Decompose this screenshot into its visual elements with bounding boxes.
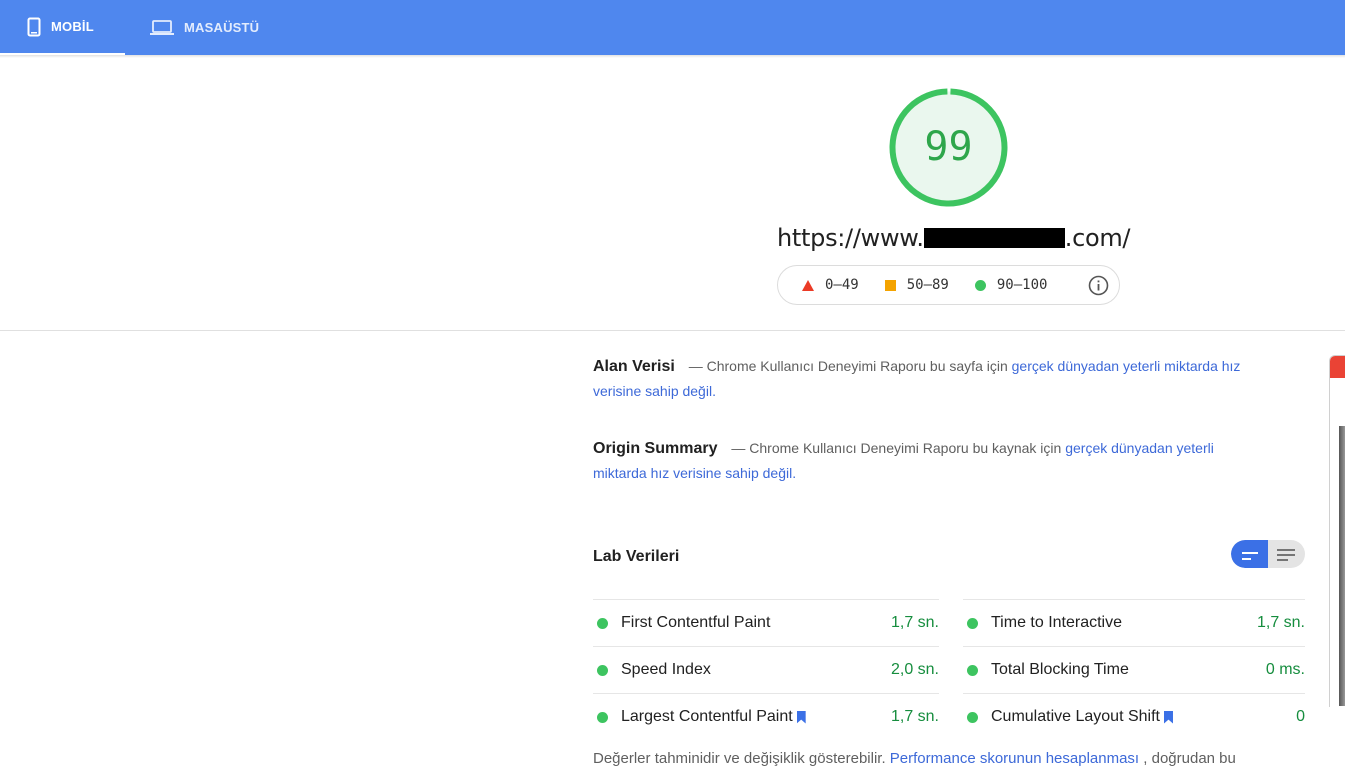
note-tail: , doğrudan bu <box>1143 750 1236 767</box>
view-toggle[interactable] <box>1231 540 1305 568</box>
metric-row: Time to Interactive 1,7 sn. <box>963 599 1305 646</box>
metric-row: Cumulative Layout Shift 0 <box>963 693 1305 740</box>
metric-name: Cumulative Layout Shift <box>991 708 1160 725</box>
thumbnail-header <box>1330 356 1345 378</box>
metric-row: Speed Index 2,0 sn. <box>593 646 939 693</box>
top-bar: MOBİL MASAÜSTÜ <box>0 0 1345 55</box>
metric-row: Largest Contentful Paint 1,7 sn. <box>593 693 939 740</box>
square-icon <box>884 279 896 291</box>
metric-row: Total Blocking Time 0 ms. <box>963 646 1305 693</box>
lab-data-title: Lab Verileri <box>593 548 680 565</box>
metrics-left-column: First Contentful Paint 1,7 sn. Speed Ind… <box>593 599 939 740</box>
bookmark-icon <box>796 710 806 724</box>
score-value: 99 <box>924 124 973 170</box>
legend-range: 0–49 <box>825 277 859 293</box>
expanded-view-icon[interactable] <box>1277 548 1295 566</box>
origin-summary-text: Chrome Kullanıcı Deneyimi Raporu bu kayn… <box>749 440 1062 456</box>
metric-name: Total Blocking Time <box>991 661 1129 678</box>
metric-name: Speed Index <box>621 661 711 678</box>
tab-desktop[interactable]: MASAÜSTÜ <box>150 0 259 55</box>
compact-view-icon <box>1242 549 1258 567</box>
triangle-icon <box>802 279 814 291</box>
field-data-section: Alan Verisi — Chrome Kullanıcı Deneyimi … <box>593 354 1243 404</box>
metric-name: Time to Interactive <box>991 614 1123 631</box>
metric-value: 1,7 sn. <box>890 614 939 631</box>
origin-summary-title: Origin Summary <box>593 440 718 457</box>
legend-item-pass: 90–100 <box>974 277 1048 293</box>
info-icon[interactable] <box>1088 275 1109 300</box>
pass-dot-icon <box>967 617 978 629</box>
thumbnail-image <box>1339 426 1345 706</box>
bookmark-icon <box>1163 710 1173 724</box>
phone-icon <box>27 17 41 37</box>
page-screenshot-thumbnail <box>1329 355 1345 707</box>
metric-name: First Contentful Paint <box>621 614 771 631</box>
origin-summary-dash: — <box>731 440 746 456</box>
tab-desktop-label: MASAÜSTÜ <box>184 20 260 35</box>
estimate-note: Değerler tahminidir ve değişiklik göster… <box>593 750 1313 767</box>
pass-dot-icon <box>597 617 608 629</box>
field-data-dash: — <box>688 358 703 374</box>
pass-dot-icon <box>967 664 978 676</box>
url-prefix: https://www. <box>777 224 924 252</box>
score-legend: 0–49 50–89 90–100 <box>777 265 1120 305</box>
metric-value: 0 <box>1296 708 1305 725</box>
pass-dot-icon <box>967 711 978 723</box>
legend-item-average: 50–89 <box>884 277 949 293</box>
url-suffix: .com/ <box>1064 224 1131 252</box>
legend-item-fail: 0–49 <box>802 277 859 293</box>
field-data-title: Alan Verisi <box>593 358 675 375</box>
metric-value: 2,0 sn. <box>890 661 939 678</box>
tab-mobile-label: MOBİL <box>51 19 94 34</box>
metrics-right-column: Time to Interactive 1,7 sn. Total Blocki… <box>963 599 1305 740</box>
page-url: https://www. .com/ <box>777 224 1131 254</box>
legend-range: 50–89 <box>906 277 949 293</box>
laptop-icon <box>150 19 174 36</box>
metric-value: 1,7 sn. <box>890 708 939 725</box>
legend-range: 90–100 <box>996 277 1048 293</box>
metric-row: First Contentful Paint 1,7 sn. <box>593 599 939 646</box>
note-text: Değerler tahminidir ve değişiklik göster… <box>593 750 886 767</box>
pass-dot-icon <box>597 664 608 676</box>
metric-value: 1,7 sn. <box>1256 614 1305 631</box>
tab-mobile[interactable]: MOBİL <box>0 0 125 55</box>
field-data-text: Chrome Kullanıcı Deneyimi Raporu bu sayf… <box>706 358 1008 374</box>
score-calculation-link[interactable]: Performance skorunun hesaplanması <box>890 750 1139 767</box>
circle-icon <box>974 279 986 291</box>
pass-dot-icon <box>597 711 608 723</box>
top-bar-shadow <box>0 55 1345 58</box>
section-divider <box>0 330 1345 331</box>
metric-name: Largest Contentful Paint <box>621 708 793 725</box>
metric-value: 0 ms. <box>1265 661 1305 678</box>
url-redaction <box>923 228 1065 248</box>
origin-summary-section: Origin Summary — Chrome Kullanıcı Deneyi… <box>593 436 1243 486</box>
